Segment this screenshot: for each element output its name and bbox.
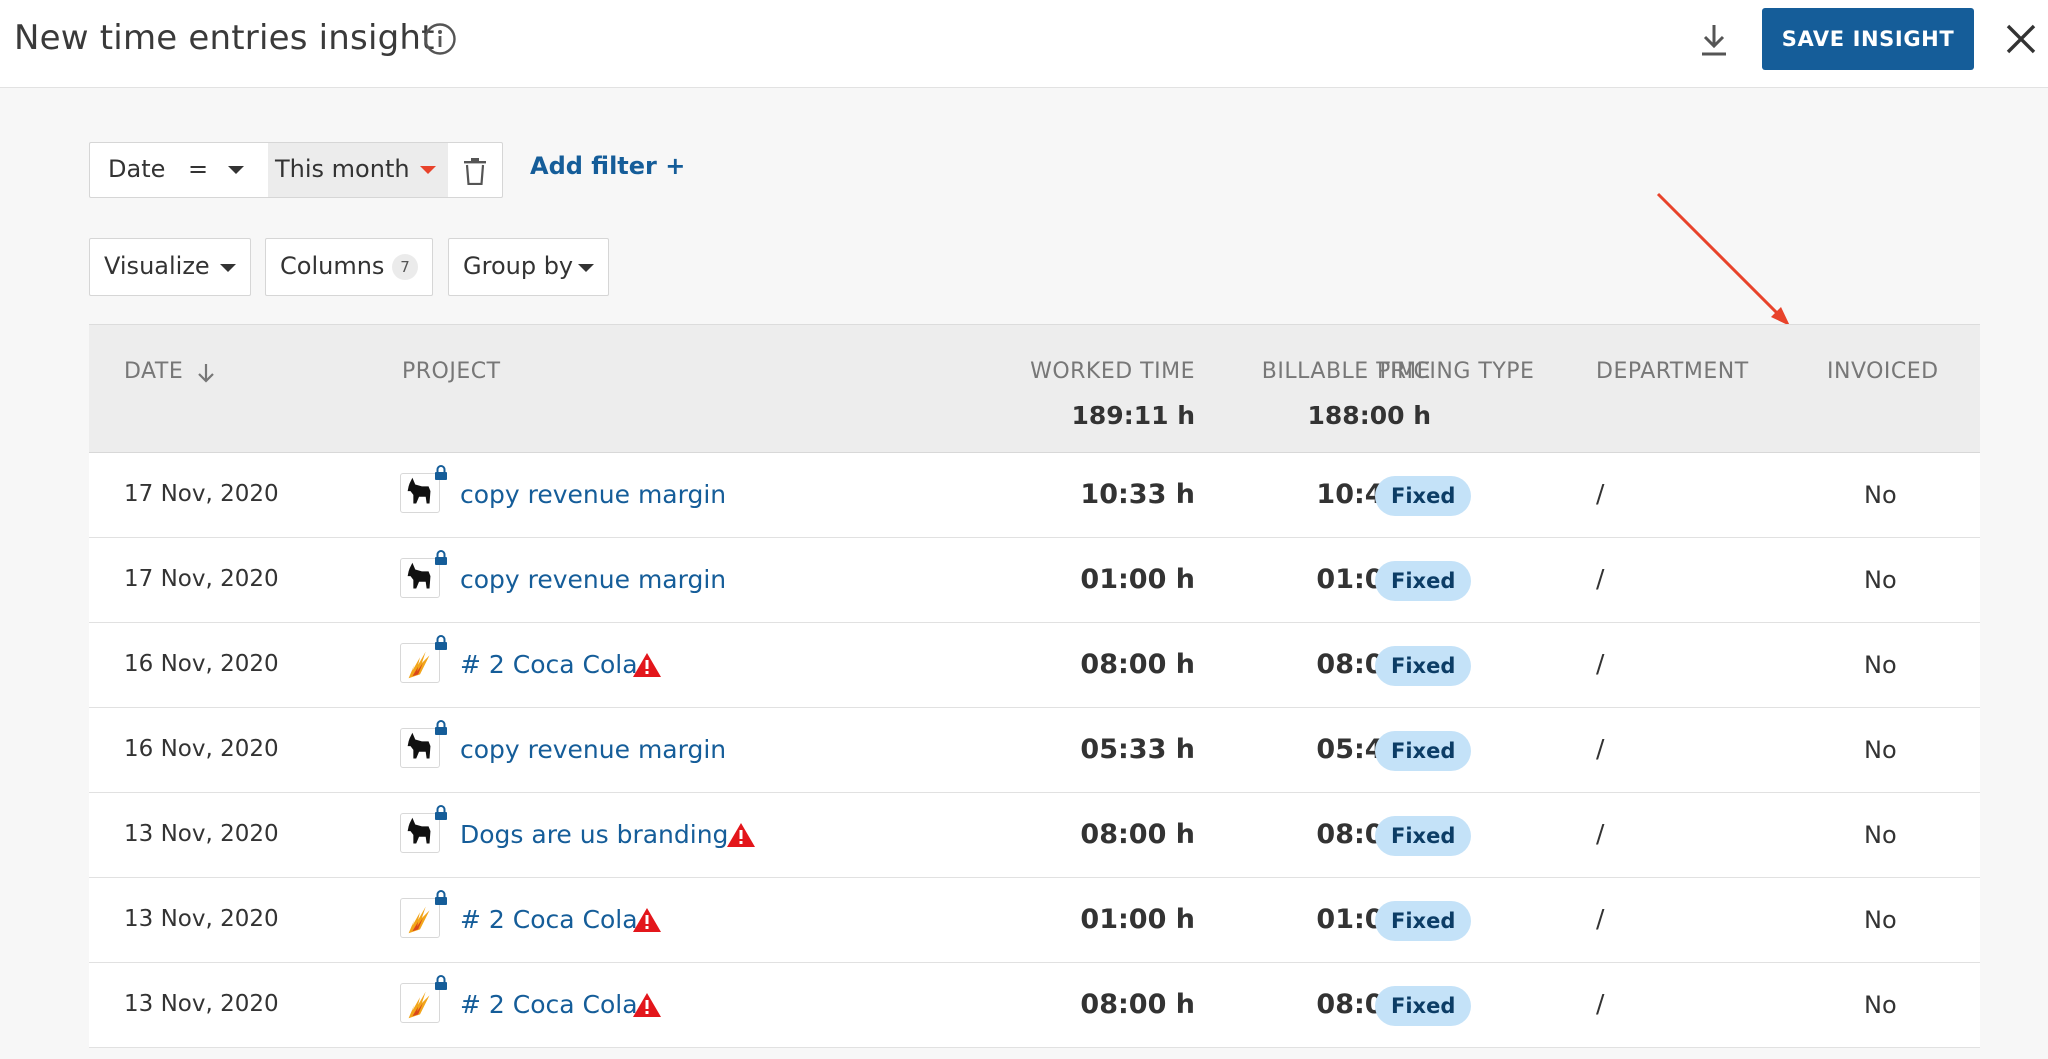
lock-icon (435, 635, 447, 650)
trash-icon[interactable] (462, 157, 488, 185)
invoiced-value: No (1864, 481, 1897, 509)
lock-icon (435, 550, 447, 565)
entry-date: 13 Nov, 2020 (124, 821, 279, 847)
table-row[interactable]: 16 Nov, 2020 # 2 Coca Cola 08:00 h 08:00 hF… (89, 623, 1980, 708)
lock-icon (435, 720, 447, 735)
pricing-type-badge: Fixed (1375, 646, 1472, 686)
project-link[interactable]: copy revenue margin (460, 565, 726, 594)
worked-time: 10:33 h (1080, 479, 1195, 510)
department-value: / (1596, 734, 1605, 763)
column-header-date[interactable]: DATE (124, 359, 183, 384)
column-header-worked-time[interactable]: WORKED TIME (945, 359, 1195, 384)
columns-button[interactable]: Columns 7 (265, 238, 433, 296)
project-link[interactable]: copy revenue margin (460, 480, 726, 509)
invoiced-value: No (1864, 736, 1897, 764)
table-row[interactable]: 16 Nov, 2020 copy revenue margin 05:33 h 05… (89, 708, 1980, 793)
worked-time: 01:00 h (1080, 904, 1195, 935)
department-value: / (1596, 479, 1605, 508)
department-value: / (1596, 989, 1605, 1018)
save-insight-button[interactable]: SAVE INSIGHT (1762, 8, 1974, 70)
filter-value-label: This month (275, 155, 410, 183)
chevron-down-icon (578, 264, 594, 272)
invoiced-value: No (1864, 906, 1897, 934)
table-row[interactable]: 13 Nov, 2020 # 2 Coca Cola 08:00 h 08:00 hF… (89, 963, 1980, 1048)
info-icon[interactable] (423, 22, 457, 56)
entry-date: 16 Nov, 2020 (124, 651, 279, 677)
entry-date: 16 Nov, 2020 (124, 736, 279, 762)
table-row[interactable]: 17 Nov, 2020 copy revenue margin 01:00 h 01… (89, 538, 1980, 623)
annotation-arrow (1656, 192, 1790, 326)
worked-time: 01:00 h (1080, 564, 1195, 595)
lock-icon (435, 805, 447, 820)
worked-time: 05:33 h (1080, 734, 1195, 765)
chevron-down-icon (420, 166, 436, 174)
columns-count-badge: 7 (392, 254, 418, 280)
department-value: / (1596, 819, 1605, 848)
invoiced-value: No (1864, 651, 1897, 679)
chevron-down-icon (228, 166, 244, 174)
table-row[interactable]: 13 Nov, 2020 Dogs are us branding 08:00 h0… (89, 793, 1980, 878)
close-icon[interactable] (2004, 22, 2038, 56)
billable-time-total: 188:00 h (1307, 401, 1431, 430)
department-value: / (1596, 649, 1605, 678)
table-row[interactable]: 13 Nov, 2020 # 2 Coca Cola 01:00 h 01:00 hF… (89, 878, 1980, 963)
column-header-department[interactable]: DEPARTMENT (1596, 359, 1749, 384)
date-filter: Date = This month (89, 142, 503, 198)
project-link[interactable]: # 2 Coca Cola (460, 990, 638, 1019)
department-value: / (1596, 904, 1605, 933)
filter-field-label[interactable]: Date (108, 155, 165, 183)
entry-date: 17 Nov, 2020 (124, 481, 279, 507)
worked-time: 08:00 h (1080, 649, 1195, 680)
column-header-invoiced[interactable]: INVOICED (1827, 359, 1939, 384)
table-row[interactable]: 17 Nov, 2020 copy revenue margin 10:33 h 10… (89, 453, 1980, 538)
chevron-down-icon (220, 264, 236, 272)
pricing-type-badge: Fixed (1375, 986, 1472, 1026)
table-header: DATE PROJECT WORKED TIME 189:11 h BILLAB… (89, 324, 1980, 453)
invoiced-value: No (1864, 821, 1897, 849)
entry-date: 17 Nov, 2020 (124, 566, 279, 592)
column-header-pricing-type[interactable]: PRICING TYPE (1377, 359, 1534, 384)
warning-icon (633, 653, 661, 677)
entry-date: 13 Nov, 2020 (124, 991, 279, 1017)
filter-operator-label: = (188, 155, 209, 183)
group-by-button[interactable]: Group by (448, 238, 609, 296)
time-entries-table: DATE PROJECT WORKED TIME 189:11 h BILLAB… (89, 324, 1980, 1059)
pricing-type-badge: Fixed (1375, 901, 1472, 941)
entry-date: 13 Nov, 2020 (124, 906, 279, 932)
project-link[interactable]: # 2 Coca Cola (460, 905, 638, 934)
worked-time: 08:00 h (1080, 819, 1195, 850)
pricing-type-badge: Fixed (1375, 476, 1472, 516)
visualize-button[interactable]: Visualize (89, 238, 251, 296)
page-title: New time entries insight (14, 18, 435, 58)
project-link[interactable]: copy revenue margin (460, 735, 726, 764)
sort-arrow-down-icon[interactable] (196, 361, 216, 385)
warning-icon (633, 993, 661, 1017)
pricing-type-badge: Fixed (1375, 561, 1472, 601)
warning-icon (727, 823, 755, 847)
add-filter-link[interactable]: Add filter + (530, 152, 685, 180)
filter-value-select[interactable]: This month (268, 143, 448, 197)
worked-time-total: 189:11 h (1071, 401, 1195, 430)
project-link[interactable]: Dogs are us branding (460, 820, 728, 849)
invoiced-value: No (1864, 566, 1897, 594)
invoiced-value: No (1864, 991, 1897, 1019)
department-value: / (1596, 564, 1605, 593)
project-link[interactable]: # 2 Coca Cola (460, 650, 638, 679)
warning-icon (633, 908, 661, 932)
columns-label: Columns (280, 252, 385, 280)
pricing-type-badge: Fixed (1375, 731, 1472, 771)
lock-icon (435, 975, 447, 990)
download-icon[interactable] (1698, 22, 1730, 58)
group-by-label: Group by (463, 252, 574, 280)
visualize-label: Visualize (104, 252, 210, 280)
lock-icon (435, 890, 447, 905)
lock-icon (435, 465, 447, 480)
worked-time: 08:00 h (1080, 989, 1195, 1020)
pricing-type-badge: Fixed (1375, 816, 1472, 856)
top-bar: New time entries insight SAVE INSIGHT (0, 0, 2048, 88)
column-header-project[interactable]: PROJECT (402, 359, 501, 384)
